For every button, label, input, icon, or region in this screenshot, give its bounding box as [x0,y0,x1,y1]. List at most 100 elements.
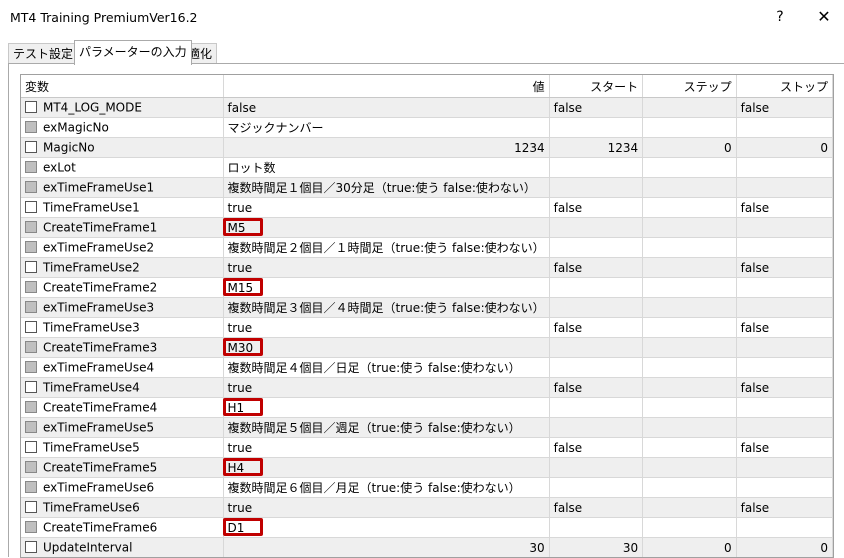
stop-cell[interactable] [736,277,833,298]
table-row[interactable]: exTimeFrameUse5 複数時間足５個目／週足（true:使う false… [21,417,833,438]
start-cell[interactable]: 1234 [549,137,644,158]
value-cell[interactable]: M30 [222,337,550,358]
optimize-checkbox[interactable] [25,480,37,493]
stop-cell[interactable]: false [736,97,833,118]
stop-cell[interactable]: 0 [736,137,833,158]
value-cell[interactable]: H1 [222,397,550,418]
table-row[interactable]: CreateTimeFrame2 M15 [21,277,833,298]
optimize-checkbox[interactable] [25,140,37,153]
value-cell[interactable]: true [223,317,550,338]
step-cell[interactable]: 0 [642,537,737,557]
optimize-checkbox[interactable] [25,200,37,213]
table-row[interactable]: exTimeFrameUse2 複数時間足２個目／１時間足（true:使う fal… [21,237,833,258]
stop-cell[interactable]: false [736,377,833,398]
table-row[interactable]: exTimeFrameUse6 複数時間足６個目／月足（true:使う false… [21,477,833,498]
optimize-checkbox[interactable] [25,100,37,113]
table-row[interactable]: CreateTimeFrame6 D1 [21,517,833,538]
optimize-checkbox[interactable] [25,300,37,313]
optimize-checkbox[interactable] [25,180,37,193]
step-cell[interactable] [642,237,737,258]
value-cell[interactable]: true [223,497,550,518]
help-button[interactable]: ? [767,3,793,31]
stop-cell[interactable]: false [736,257,833,278]
optimize-checkbox[interactable] [25,320,37,333]
step-cell[interactable] [642,477,737,498]
value-cell[interactable]: 1234 [223,137,550,158]
start-cell[interactable] [549,397,644,418]
table-row[interactable]: UpdateInterval 30 30 0 0 [21,537,833,557]
start-cell[interactable] [549,217,644,238]
step-cell[interactable] [642,177,737,198]
value-cell[interactable]: D1 [222,517,550,538]
table-row[interactable]: CreateTimeFrame3 M30 [21,337,833,358]
stop-cell[interactable] [736,457,833,478]
start-cell[interactable] [549,477,644,498]
stop-cell[interactable] [736,297,833,318]
step-cell[interactable] [642,417,737,438]
start-cell[interactable] [549,337,644,358]
optimize-checkbox[interactable] [25,400,37,413]
start-cell[interactable]: false [549,197,644,218]
value-cell[interactable]: 複数時間足２個目／１時間足（true:使う false:使わない） [223,237,550,258]
step-cell[interactable] [642,497,737,518]
step-cell[interactable] [642,457,737,478]
table-row[interactable]: TimeFrameUse5 true false false [21,437,833,458]
value-cell[interactable]: ロット数 [223,157,550,178]
table-row[interactable]: TimeFrameUse6 true false false [21,497,833,518]
value-cell[interactable]: true [223,257,550,278]
value-cell[interactable]: H4 [222,457,550,478]
stop-cell[interactable]: 0 [736,537,833,557]
step-cell[interactable] [642,317,737,338]
optimize-checkbox[interactable] [25,520,37,533]
stop-cell[interactable] [736,117,833,138]
optimize-checkbox[interactable] [25,260,37,273]
start-cell[interactable] [549,517,644,538]
optimize-checkbox[interactable] [25,360,37,373]
column-header-start[interactable]: スタート [549,75,644,98]
column-header-stop[interactable]: ストップ [736,75,833,98]
stop-cell[interactable] [736,517,833,538]
start-cell[interactable] [549,277,644,298]
value-cell[interactable]: 複数時間足４個目／日足（true:使う false:使わない） [223,357,550,378]
step-cell[interactable] [642,357,737,378]
optimize-checkbox[interactable] [25,440,37,453]
table-row[interactable]: exMagicNo マジックナンバー [21,117,833,138]
optimize-checkbox[interactable] [25,160,37,173]
step-cell[interactable] [642,277,737,298]
optimize-checkbox[interactable] [25,540,37,553]
stop-cell[interactable] [736,357,833,378]
step-cell[interactable] [642,217,737,238]
table-row[interactable]: exTimeFrameUse4 複数時間足４個目／日足（true:使う false… [21,357,833,378]
start-cell[interactable] [549,457,644,478]
value-cell[interactable]: true [223,437,550,458]
value-cell[interactable]: true [223,377,550,398]
value-cell[interactable]: M5 [222,217,550,238]
stop-cell[interactable] [736,217,833,238]
table-row[interactable]: CreateTimeFrame1 M5 [21,217,833,238]
optimize-checkbox[interactable] [25,420,37,433]
stop-cell[interactable]: false [736,317,833,338]
value-cell[interactable]: 複数時間足１個目／30分足（true:使う false:使わない） [223,177,550,198]
table-row[interactable]: TimeFrameUse3 true false false [21,317,833,338]
table-row[interactable]: TimeFrameUse1 true false false [21,197,833,218]
stop-cell[interactable] [736,337,833,358]
table-row[interactable]: CreateTimeFrame4 H1 [21,397,833,418]
optimize-checkbox[interactable] [25,460,37,473]
start-cell[interactable] [549,177,644,198]
table-row[interactable]: exLot ロット数 [21,157,833,178]
stop-cell[interactable] [736,397,833,418]
stop-cell[interactable] [736,237,833,258]
step-cell[interactable] [642,397,737,418]
stop-cell[interactable]: false [736,497,833,518]
step-cell[interactable] [642,337,737,358]
value-cell[interactable]: false [223,97,550,118]
optimize-checkbox[interactable] [25,340,37,353]
table-row[interactable]: MagicNo 1234 1234 0 0 [21,137,833,158]
start-cell[interactable]: false [549,377,644,398]
optimize-checkbox[interactable] [25,120,37,133]
optimize-checkbox[interactable] [25,240,37,253]
optimize-checkbox[interactable] [25,380,37,393]
tab-test-settings[interactable]: テスト設定 [8,43,79,64]
column-header-variable[interactable]: 変数 [21,75,224,98]
stop-cell[interactable] [736,477,833,498]
